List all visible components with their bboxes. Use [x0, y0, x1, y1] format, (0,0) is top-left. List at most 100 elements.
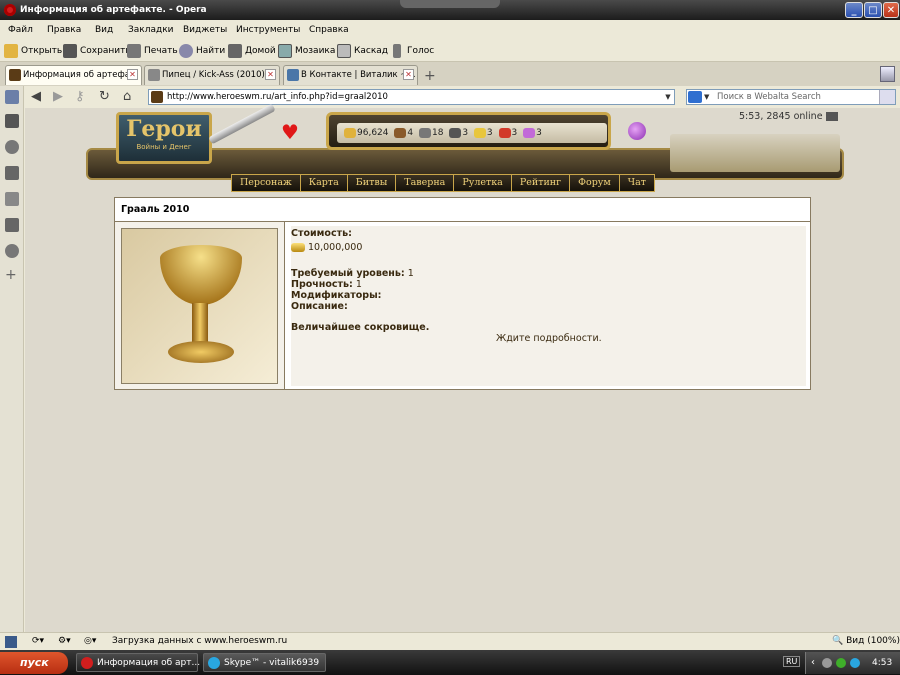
- description-label: Описание:: [291, 301, 348, 312]
- tab-close-icon[interactable]: ✕: [403, 69, 414, 80]
- mosaic-button[interactable]: Мозаика: [278, 43, 335, 59]
- cascade-button[interactable]: Каскад: [337, 43, 388, 59]
- logo-subtitle: Войны и Денег: [136, 143, 192, 151]
- menu-character[interactable]: Персонаж: [232, 175, 301, 191]
- links-panel-icon[interactable]: [5, 166, 19, 180]
- sulfur-count: 3: [486, 128, 493, 138]
- maximize-button[interactable]: □: [864, 2, 882, 18]
- notes-panel-icon[interactable]: [5, 192, 19, 206]
- grail-cup: [160, 245, 242, 305]
- task-label: Skype™ - vitalik6939: [224, 658, 320, 668]
- panel-toggle-icon[interactable]: [5, 636, 17, 648]
- menu-rating[interactable]: Рейтинг: [512, 175, 571, 191]
- menu-bookmarks[interactable]: Закладки: [128, 25, 174, 35]
- menu-forum[interactable]: Форум: [570, 175, 620, 191]
- start-label: пуск: [20, 656, 49, 669]
- mercury-count: 3: [462, 128, 469, 138]
- menu-tools[interactable]: Инструменты: [236, 25, 300, 35]
- minimize-button[interactable]: _: [845, 2, 863, 18]
- tab-artifact-info[interactable]: Информация об артефа... ✕: [5, 65, 142, 85]
- task-opera[interactable]: Информация об арт...: [76, 653, 200, 672]
- settings-panel-icon[interactable]: [5, 140, 19, 154]
- titlebar-grip[interactable]: [400, 0, 500, 8]
- menu-map[interactable]: Карта: [301, 175, 348, 191]
- details-text: Ждите подробности.: [496, 333, 602, 344]
- voice-label: Голос: [407, 46, 435, 56]
- game-menu: Персонаж Карта Битвы Таверна Рулетка Рейтинг Ф…: [231, 174, 656, 192]
- forward-icon[interactable]: ▶: [53, 89, 63, 105]
- tab-vkontakte[interactable]: В Контакте | Виталик ~... ✕: [283, 65, 418, 85]
- tray-skype-status-icon[interactable]: [836, 658, 846, 668]
- menu-edit[interactable]: Правка: [47, 25, 81, 35]
- home-nav-icon[interactable]: ⌂: [123, 89, 131, 105]
- system-tray: ‹ 4:53: [805, 652, 900, 674]
- menu-file[interactable]: Файл: [8, 25, 33, 35]
- search-input[interactable]: ▼ Поиск в Webalta Search: [686, 89, 896, 105]
- turbo-icon[interactable]: ◎▾: [84, 633, 96, 650]
- toolbar: Открыть Сохранить Печать Найти Домой Моз…: [0, 38, 900, 62]
- print-button[interactable]: Печать: [127, 43, 178, 59]
- trash-icon[interactable]: [880, 66, 895, 82]
- castle-image: [670, 134, 840, 172]
- menu-chat[interactable]: Чат: [620, 175, 654, 191]
- add-panel-icon[interactable]: +: [5, 268, 19, 282]
- key-icon[interactable]: ⚷: [75, 89, 85, 105]
- language-indicator[interactable]: RU: [783, 656, 801, 667]
- online-counter: 5:53, 2845 online: [739, 111, 838, 122]
- search-icon[interactable]: [879, 90, 895, 104]
- ore-icon: [418, 127, 431, 138]
- tray-speaker-icon[interactable]: [822, 658, 832, 668]
- sync-icon[interactable]: ⟳▾: [32, 633, 44, 650]
- skype-icon: [208, 657, 220, 669]
- start-button[interactable]: пуск: [0, 652, 68, 674]
- unite-icon[interactable]: ⚙▾: [58, 633, 71, 650]
- find-button[interactable]: Найти: [179, 43, 225, 59]
- back-icon[interactable]: ◀: [31, 89, 41, 105]
- tab-close-icon[interactable]: ✕: [265, 69, 276, 80]
- artifact-panel: Грааль 2010 Стоимость: 10,000,000 Требуе…: [114, 197, 811, 390]
- sword-icon: [208, 103, 276, 145]
- open-button[interactable]: Открыть: [4, 43, 62, 59]
- durability-value: 1: [355, 279, 362, 290]
- home-button[interactable]: Домой: [228, 43, 276, 59]
- mosaic-label: Мозаика: [295, 46, 336, 56]
- new-tab-icon[interactable]: +: [424, 68, 436, 84]
- game-logo[interactable]: Герои Войны и Денег: [116, 112, 212, 164]
- tab-close-icon[interactable]: ✕: [127, 69, 138, 80]
- online-text: 5:53, 2845 online: [739, 111, 823, 122]
- gold-icon: [291, 243, 305, 252]
- widgets-panel-icon[interactable]: [5, 114, 19, 128]
- gold-icon: [344, 127, 356, 138]
- menu-widgets[interactable]: Виджеты: [183, 25, 227, 35]
- close-button[interactable]: ✕: [883, 2, 899, 18]
- folder-icon: [4, 44, 18, 58]
- voice-button[interactable]: Голос: [390, 43, 434, 59]
- chevron-down-icon[interactable]: ▼: [662, 90, 674, 104]
- gold-count: 96,624: [357, 128, 389, 138]
- ex-favicon-icon: [148, 69, 160, 81]
- tray-network-icon[interactable]: [850, 658, 860, 668]
- heart-icon[interactable]: ♥: [281, 120, 299, 144]
- tray-expand-icon[interactable]: ‹: [811, 652, 815, 674]
- artifact-title: Грааль 2010: [115, 198, 810, 222]
- bookmarks-panel-icon[interactable]: [5, 90, 19, 104]
- downloads-panel-icon[interactable]: [5, 218, 19, 232]
- menu-help[interactable]: Справка: [309, 25, 349, 35]
- tab-kick-ass[interactable]: Пипец / Kick-Ass (2010) ... ✕: [144, 65, 280, 85]
- clock[interactable]: 4:53: [872, 652, 892, 674]
- save-button[interactable]: Сохранить: [63, 43, 131, 59]
- history-panel-icon[interactable]: [5, 244, 19, 258]
- level-value: 1: [407, 268, 414, 279]
- search-engine-icon[interactable]: [688, 91, 702, 103]
- chevron-down-icon[interactable]: ▼: [704, 90, 709, 104]
- menu-battles[interactable]: Битвы: [348, 175, 397, 191]
- task-skype[interactable]: Skype™ - vitalik6939: [203, 653, 326, 672]
- address-field[interactable]: http://www.heroeswm.ru/art_info.php?id=g…: [148, 89, 675, 105]
- menu-bar: Файл Правка Вид Закладки Виджеты Инструм…: [0, 20, 900, 38]
- reload-icon[interactable]: ↻: [99, 89, 110, 105]
- menu-roulette[interactable]: Рулетка: [454, 175, 512, 191]
- menu-tavern[interactable]: Таверна: [396, 175, 455, 191]
- menu-view[interactable]: Вид: [95, 25, 113, 35]
- mail-icon[interactable]: [825, 112, 838, 121]
- potion-icon[interactable]: [628, 122, 646, 140]
